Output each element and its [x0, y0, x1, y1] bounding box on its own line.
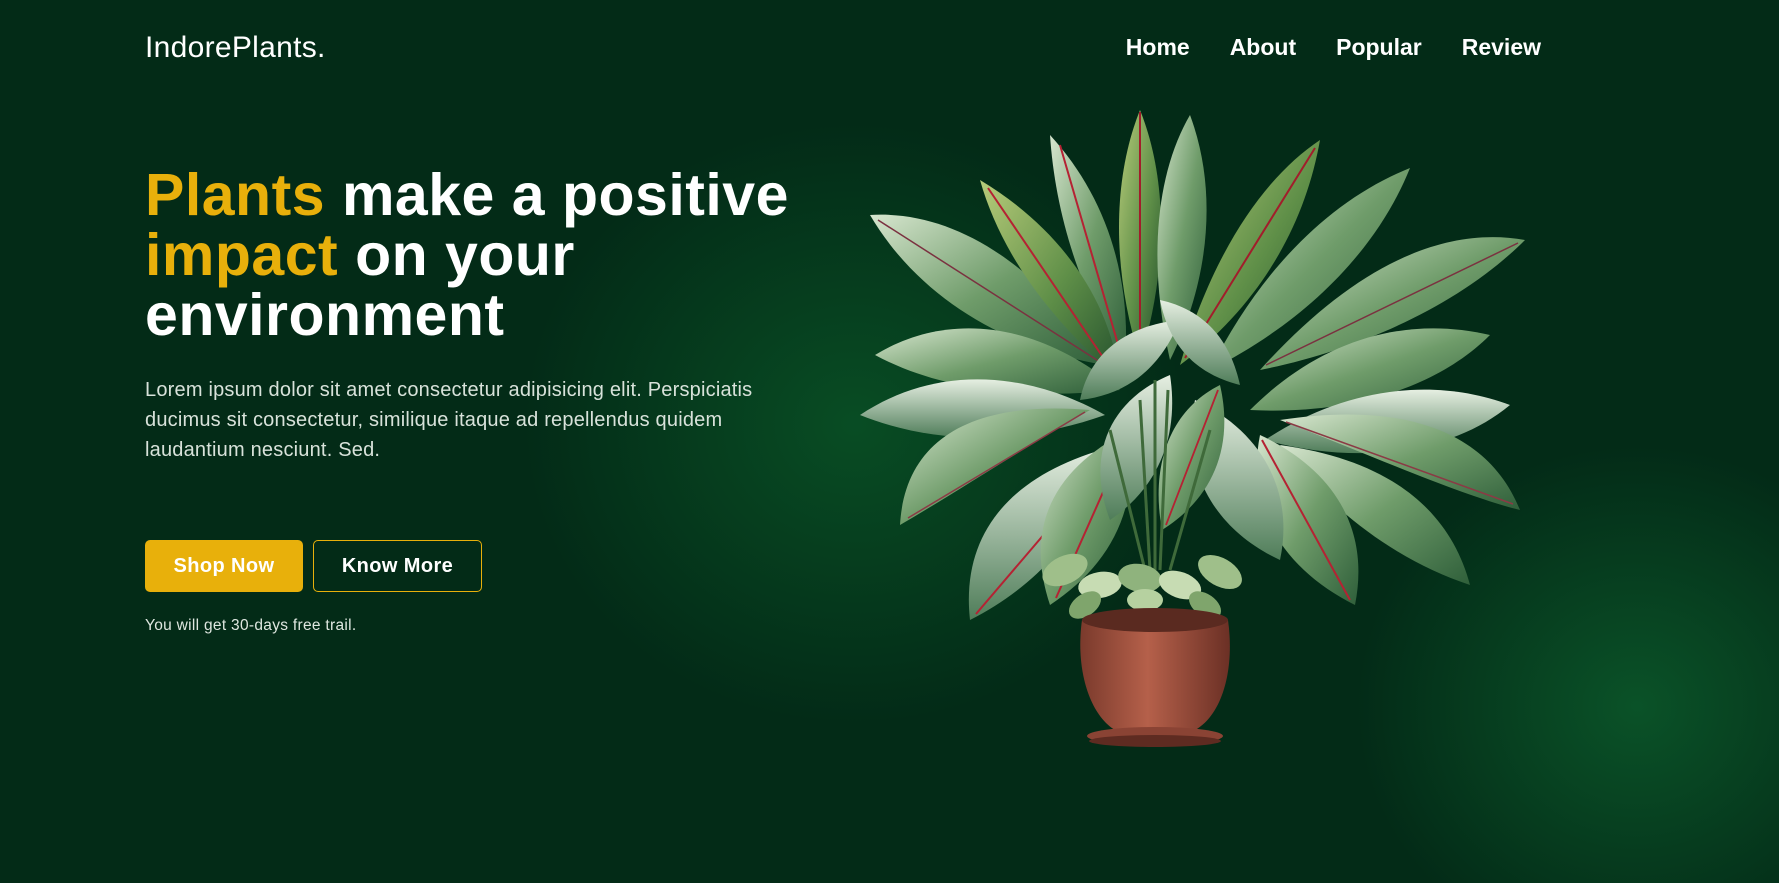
nav-link-review[interactable]: Review [1462, 34, 1541, 61]
hero-title: Plants make a positive impact on your en… [145, 165, 865, 345]
hero-title-part: make a positive [325, 162, 789, 228]
navbar: IndorePlants. Home About Popular Review [0, 0, 1779, 96]
hero-buttons: Shop Now Know More [145, 540, 482, 592]
hero-title-accent-plants: Plants [145, 162, 326, 228]
trial-note: You will get 30-days free trail. [145, 617, 357, 634]
plant-leaves [860, 110, 1525, 620]
plant-pot [1080, 608, 1230, 747]
nav-link-popular[interactable]: Popular [1336, 34, 1422, 61]
nav-link-home[interactable]: Home [1126, 34, 1190, 61]
potted-plant-image [850, 100, 1530, 760]
shop-now-button[interactable]: Shop Now [145, 540, 303, 592]
hero-description: Lorem ipsum dolor sit amet consectetur a… [145, 379, 753, 461]
nav-link-about[interactable]: About [1230, 34, 1296, 61]
logo[interactable]: IndorePlants. [145, 31, 326, 65]
know-more-button[interactable]: Know More [313, 540, 482, 592]
nav-links: Home About Popular Review [1126, 34, 1541, 61]
hero-title-accent-impact: impact [145, 222, 339, 288]
